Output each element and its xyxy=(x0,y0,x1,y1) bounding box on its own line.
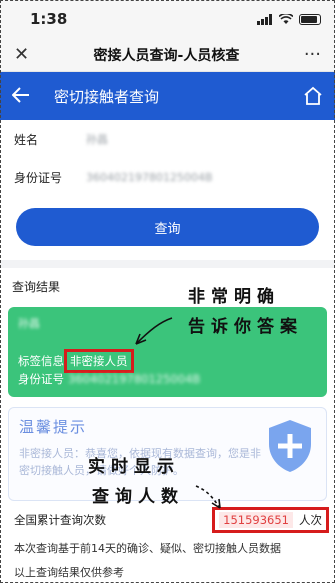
result-id-row: 身份证号 36040219780125004B xyxy=(18,371,200,387)
page-title: 密接人员查询-人员核查 xyxy=(93,47,240,64)
close-icon[interactable]: ✕ xyxy=(14,44,29,65)
name-field[interactable]: 孙昌 xyxy=(86,131,108,147)
signal-icon xyxy=(257,13,272,25)
results-title: 查询结果 xyxy=(12,280,61,294)
id-label: 身份证号 xyxy=(14,170,63,185)
tag-label: 标签信息 xyxy=(18,354,64,368)
id-field[interactable]: 36040219780125004B xyxy=(86,171,213,184)
annotation-line2: 告诉你答案 xyxy=(188,317,303,337)
query-button[interactable]: 查询 xyxy=(16,208,319,246)
wifi-icon xyxy=(279,13,293,24)
shield-plus-icon xyxy=(269,420,311,472)
more-button[interactable]: ··· xyxy=(304,44,321,65)
app-header: 密切接触者查询 xyxy=(0,72,335,120)
count-box: 151593651 人次 xyxy=(212,507,329,533)
tag-row: 标签信息 非密接人员 xyxy=(18,349,134,373)
tag-value: 非密接人员 xyxy=(64,349,134,373)
home-icon[interactable] xyxy=(303,86,323,106)
status-time: 1:38 xyxy=(30,10,68,28)
stats-row: 全国累计查询次数 151593651 人次 xyxy=(0,507,335,533)
divider xyxy=(0,260,335,268)
count-unit: 人次 xyxy=(299,513,322,527)
note-text: 本次查询基于前14天的确诊、疑似、密切接触人员数据 xyxy=(14,542,281,555)
annotation-line1: 非常明确 xyxy=(188,287,280,307)
header-title: 密切接触者查询 xyxy=(54,87,160,106)
annotation-line3: 实时显示 xyxy=(88,457,180,477)
name-row: 姓名 孙昌 xyxy=(0,120,335,158)
arrow-left-icon[interactable] xyxy=(11,84,46,108)
wechat-nav-bar: ✕ 密接人员查询-人员核查 ··· xyxy=(0,38,335,72)
disclaimer-text: 以上查询结果仅供参考 xyxy=(14,566,124,579)
id-row: 身份证号 36040219780125004B xyxy=(0,158,335,196)
status-bar: 1:38 xyxy=(0,0,335,38)
battery-icon xyxy=(299,13,321,25)
status-icons xyxy=(257,13,321,25)
query-count: 151593651 xyxy=(219,512,293,528)
stats-label: 全国累计查询次数 xyxy=(14,513,106,527)
name-label: 姓名 xyxy=(14,132,39,147)
result-id-value: 36040219780125004B xyxy=(68,372,201,386)
result-id-label: 身份证号 xyxy=(18,372,64,386)
annotation-line4: 查询人数 xyxy=(92,487,184,507)
